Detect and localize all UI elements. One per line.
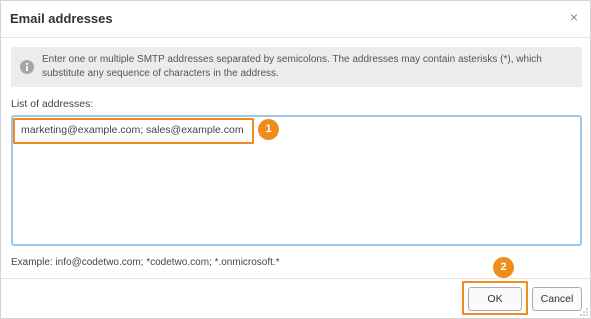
addresses-textarea[interactable]: marketing@example.com; sales@example.com xyxy=(11,115,582,246)
close-icon[interactable]: × xyxy=(567,9,581,25)
example-text: Example: info@codetwo.com; *codetwo.com;… xyxy=(11,257,280,268)
callout-badge-2: 2 xyxy=(493,257,514,278)
callout-badge-1: 1 xyxy=(258,119,279,140)
footer-divider xyxy=(1,278,590,279)
list-of-addresses-label: List of addresses: xyxy=(11,98,94,110)
info-icon xyxy=(20,60,34,74)
addresses-value[interactable]: marketing@example.com; sales@example.com xyxy=(21,124,244,136)
resize-grip-icon[interactable] xyxy=(580,308,588,316)
ok-button[interactable]: OK xyxy=(468,287,522,311)
dialog-header: Email addresses × xyxy=(1,1,590,38)
info-text: Enter one or multiple SMTP addresses sep… xyxy=(42,54,542,79)
info-box: Enter one or multiple SMTP addresses sep… xyxy=(11,47,582,87)
email-addresses-dialog: Email addresses × Enter one or multiple … xyxy=(0,0,591,319)
cancel-button[interactable]: Cancel xyxy=(532,287,582,311)
dialog-title: Email addresses xyxy=(10,11,113,26)
